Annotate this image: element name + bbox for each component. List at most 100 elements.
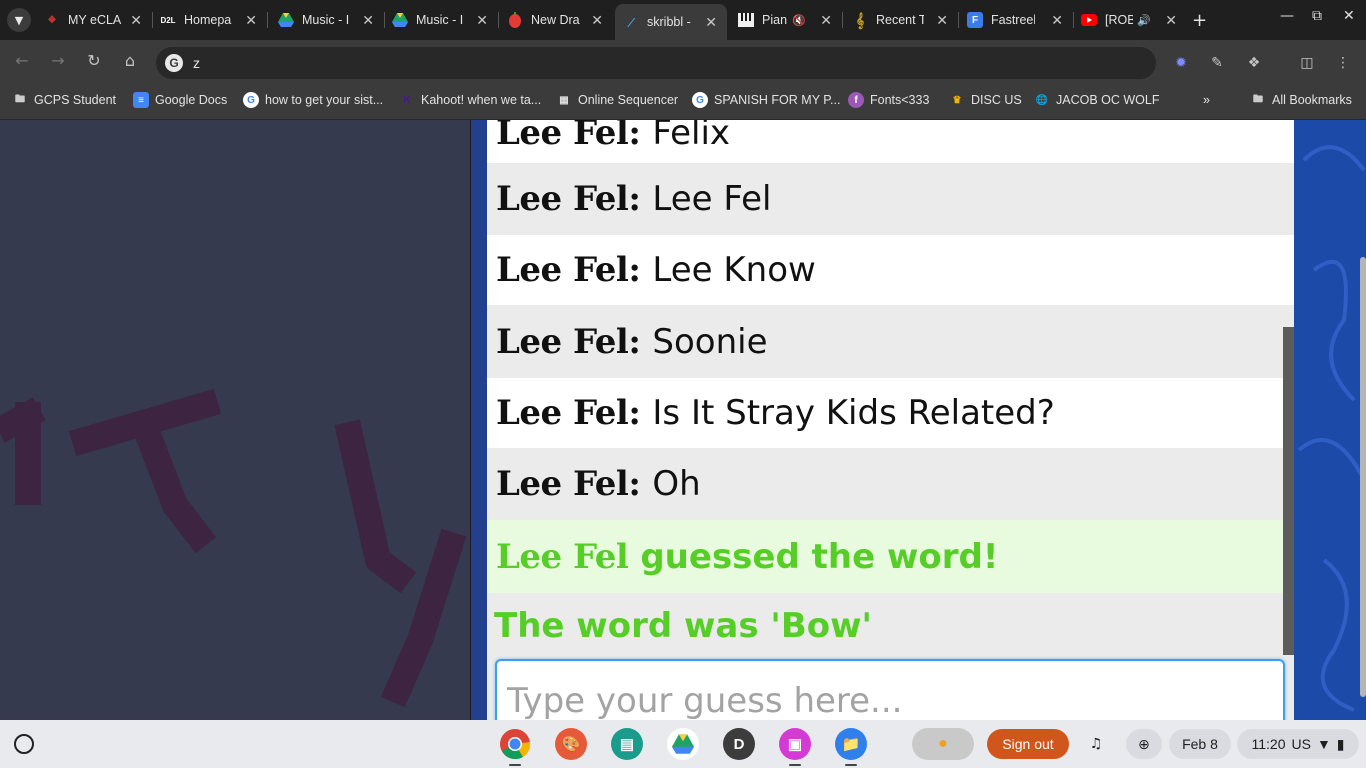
close-icon[interactable]: ✕ xyxy=(245,12,267,29)
tab-fastreel[interactable]: F Fastreel ✕ xyxy=(967,0,1073,40)
google-drive-icon xyxy=(392,12,408,28)
restore-icon[interactable]: ⧉ xyxy=(1312,8,1322,24)
tab-music-1[interactable]: Music - I ✕ xyxy=(278,0,384,40)
holding-space-thumbnails[interactable]: ● xyxy=(912,728,974,760)
guess-notice: Lee Fel guessed the word! xyxy=(487,520,1294,593)
google-docs-icon: ≡ xyxy=(133,92,149,108)
clock: 11:20 xyxy=(1251,736,1286,752)
extension-star-icon[interactable]: ✹ xyxy=(1172,54,1190,72)
bookmark-kahoot[interactable]: K Kahoot! when we ta... xyxy=(399,86,541,114)
minimize-icon[interactable]: — xyxy=(1280,8,1294,24)
d2l-icon: D2L xyxy=(160,15,176,25)
doodle-pattern xyxy=(1297,145,1366,712)
bookmark-google-docs[interactable]: ≡ Google Docs xyxy=(133,86,227,114)
close-icon[interactable]: ✕ xyxy=(1051,12,1073,29)
chat-scrollbar[interactable] xyxy=(1283,327,1294,655)
skribbl-icon: ⁄ xyxy=(629,14,633,30)
panel-divider xyxy=(470,120,487,720)
bookmark-disc-us[interactable]: ♛ DISC US xyxy=(949,86,1022,114)
tab-homepage[interactable]: D2L Homepa ✕ xyxy=(160,0,267,40)
bookmark-spanish[interactable]: G SPANISH FOR MY P... xyxy=(692,86,840,114)
page-scrollbar[interactable] xyxy=(1360,257,1366,697)
menu-kebab-icon[interactable]: ⋮ xyxy=(1334,54,1352,72)
files-icon[interactable]: 📁 xyxy=(835,728,867,760)
bookmarks-bar: 🖿 GCPS Student ≡ Google Docs G how to ge… xyxy=(0,86,1366,120)
tab-search-icon[interactable]: ▼ xyxy=(7,8,31,32)
close-icon[interactable]: ✕ xyxy=(936,12,958,29)
fonts-icon: f xyxy=(848,92,864,108)
new-tab-icon[interactable]: + xyxy=(1192,10,1207,31)
kahoot-icon: K xyxy=(403,94,411,106)
page-background xyxy=(1294,120,1366,720)
bookmark-how-to[interactable]: G how to get your sist... xyxy=(243,86,383,114)
reload-icon[interactable]: ↻ xyxy=(82,51,106,70)
bookmark-online-sequencer[interactable]: ▦ Online Sequencer xyxy=(556,86,678,114)
bookmark-jacob-oc-wolf[interactable]: 🌐 JACOB OC WOLF xyxy=(1034,86,1160,114)
close-icon[interactable]: ✕ xyxy=(476,12,498,29)
drawing-canvas[interactable] xyxy=(0,120,471,720)
tab-music-2[interactable]: Music - I ✕ xyxy=(392,0,498,40)
classroom-icon[interactable]: ▤ xyxy=(611,728,643,760)
date-tray[interactable]: Feb 8 xyxy=(1169,729,1231,759)
drawing-icon xyxy=(507,12,523,28)
browser-toolbar: ← → ↻ ⌂ G z ✹ ✎ ❖ ◫ ⋮ xyxy=(0,40,1366,86)
extension-reader-icon[interactable]: ✎ xyxy=(1208,54,1226,72)
close-icon[interactable]: ✕ xyxy=(705,14,727,31)
youtube-icon xyxy=(1081,12,1097,28)
tab-strip: ▼ ❖ MY eCLA ✕ D2L Homepa ✕ Music - I ✕ M… xyxy=(0,0,1366,40)
locale-indicator: US xyxy=(1291,736,1311,752)
chat-message: Lee Fel: Oh xyxy=(487,448,1294,520)
home-icon[interactable]: ⌂ xyxy=(118,51,142,70)
google-drive-icon[interactable] xyxy=(667,728,699,760)
folder-icon: 🖿 xyxy=(15,93,25,105)
forward-icon[interactable]: → xyxy=(46,51,70,70)
address-bar[interactable]: G z xyxy=(156,47,1156,79)
close-icon[interactable]: ✕ xyxy=(362,12,384,29)
bookmark-gcps-student[interactable]: 🖿 GCPS Student xyxy=(12,86,116,114)
tab-new-drawing[interactable]: New Dra ✕ xyxy=(507,0,613,40)
close-icon[interactable]: ✕ xyxy=(130,12,152,29)
muted-speaker-icon[interactable]: 🔇 xyxy=(792,14,806,27)
bookmarks-overflow-icon[interactable]: » xyxy=(1203,86,1210,114)
chrome-icon[interactable] xyxy=(499,728,531,760)
folder-icon: 🖿 xyxy=(1253,93,1263,105)
sign-out-button[interactable]: Sign out xyxy=(987,729,1069,759)
palette-icon[interactable]: 🎨 xyxy=(555,728,587,760)
tab-piano[interactable]: Pian 🔇 ✕ xyxy=(738,0,842,40)
google-icon: G xyxy=(165,54,183,72)
tab-skribbl[interactable]: ⁄ skribbl - ✕ xyxy=(615,4,727,40)
fastreel-icon: F xyxy=(967,12,983,28)
add-icon[interactable]: ⊕ xyxy=(1126,729,1162,759)
speaker-icon[interactable]: 🔊 xyxy=(1137,14,1151,27)
tab-myeclass[interactable]: ❖ MY eCLA ✕ xyxy=(44,0,152,40)
guess-input[interactable] xyxy=(495,659,1285,720)
launcher-icon[interactable] xyxy=(14,734,34,754)
google-icon: G xyxy=(692,92,708,108)
treble-clef-icon: 𝄞 xyxy=(855,11,865,28)
bookmark-fonts[interactable]: f Fonts<333 xyxy=(848,86,929,114)
chat-message: Lee Fel: Felix xyxy=(487,120,1294,163)
canvas-icon[interactable]: ▣ xyxy=(779,728,811,760)
d-letter-icon[interactable]: D xyxy=(723,728,755,760)
status-tray[interactable]: 11:20 US ▼ ▮ xyxy=(1237,729,1359,759)
skribbl-page: Lee Fel: Felix Lee Fel: Lee Fel Lee Fel:… xyxy=(0,120,1366,720)
side-panel-icon[interactable]: ◫ xyxy=(1298,54,1316,72)
back-icon[interactable]: ← xyxy=(10,51,34,70)
close-icon[interactable]: ✕ xyxy=(820,12,842,29)
word-reveal: The word was 'Bow' xyxy=(487,593,1294,659)
all-bookmarks[interactable]: 🖿 All Bookmarks xyxy=(1250,86,1352,114)
window-close-icon[interactable]: ✕ xyxy=(1343,8,1355,24)
tab-recent[interactable]: 𝄞 Recent T ✕ xyxy=(852,0,958,40)
address-bar-value: z xyxy=(193,55,200,71)
close-icon[interactable]: ✕ xyxy=(591,12,613,29)
tab-youtube[interactable]: [ROB 🔊 ✕ xyxy=(1081,0,1187,40)
chat-message: Lee Fel: Lee Fel xyxy=(487,163,1294,235)
media-controls-icon[interactable]: ♫ xyxy=(1087,735,1105,753)
sequencer-icon: ▦ xyxy=(559,94,569,106)
close-icon[interactable]: ✕ xyxy=(1165,12,1187,29)
chat-panel: Lee Fel: Felix Lee Fel: Lee Fel Lee Fel:… xyxy=(487,120,1294,720)
google-drive-icon xyxy=(278,12,294,28)
google-icon: G xyxy=(243,92,259,108)
extensions-puzzle-icon[interactable]: ❖ xyxy=(1245,54,1263,72)
os-shelf: 🎨 ▤ D ▣ 📁 ● Sign out ♫ ⊕ Feb 8 11:20 US … xyxy=(0,720,1366,768)
